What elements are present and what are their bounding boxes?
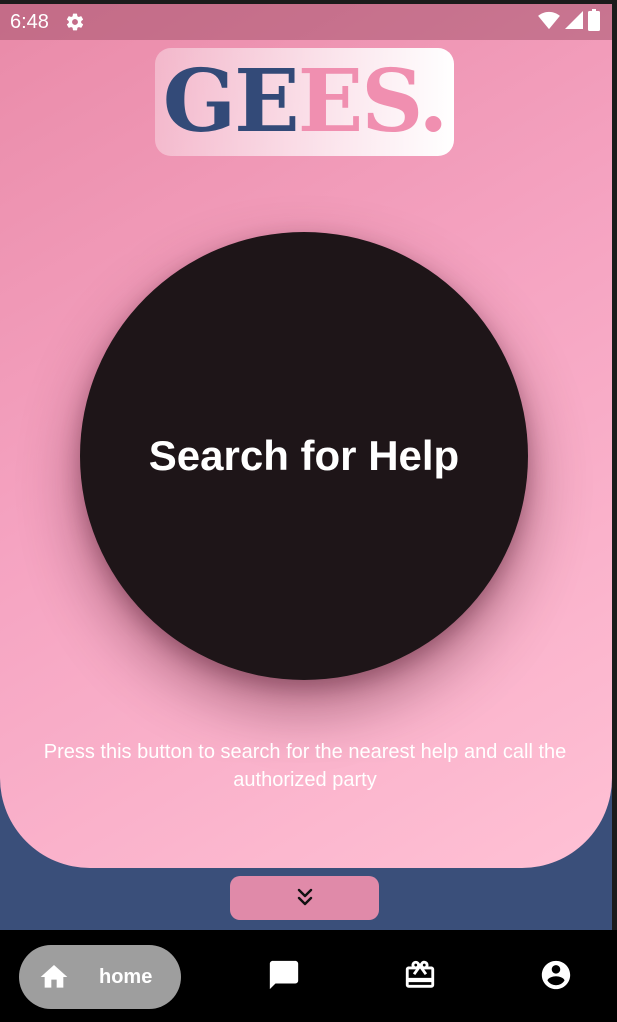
status-bar: 6:48	[0, 4, 612, 40]
logo-text-pink: ES.	[297, 51, 449, 152]
account-icon	[539, 958, 573, 997]
app-logo: GEES.	[155, 48, 454, 156]
nav-item-gifts[interactable]	[403, 960, 437, 994]
logo-text-dark: GE	[162, 51, 300, 152]
help-description: Press this button to search for the near…	[43, 741, 567, 791]
nav-item-home[interactable]: home	[19, 945, 181, 1009]
screen: GEES. Search for Help Press this button …	[0, 0, 617, 1022]
status-icons	[538, 8, 600, 36]
search-help-label: Search for Help	[148, 432, 460, 479]
nav-item-chat[interactable]	[267, 960, 301, 994]
home-icon	[37, 960, 71, 994]
chat-icon	[267, 958, 301, 997]
signal-icon	[564, 10, 584, 35]
main-panel: GEES. Search for Help Press this button …	[0, 0, 612, 868]
bottom-navigation: home	[0, 930, 617, 1022]
search-help-button[interactable]: Search for Help	[80, 232, 528, 680]
double-chevron-down-icon	[293, 885, 317, 912]
nav-item-profile[interactable]	[539, 960, 573, 994]
logo-wordmark: GEES.	[163, 59, 449, 145]
right-edge	[612, 0, 617, 930]
gift-card-icon	[403, 958, 437, 997]
settings-gear-icon	[65, 11, 87, 33]
battery-icon	[588, 8, 600, 36]
nav-home-label: home	[99, 965, 153, 988]
status-time: 6:48	[10, 10, 49, 33]
wifi-icon	[538, 10, 560, 35]
collapse-button[interactable]	[230, 876, 379, 920]
